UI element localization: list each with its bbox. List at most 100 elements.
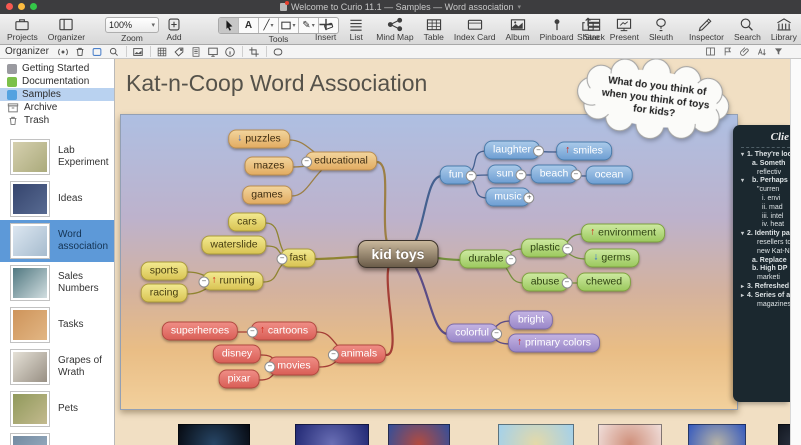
sort-icon[interactable] [753,45,770,58]
mindmap-node-sports[interactable]: sports [140,261,188,281]
crop-icon[interactable] [246,45,263,58]
page-item-word-association[interactable]: Word association [0,220,114,262]
collapse-badge[interactable]: − [490,328,502,340]
mindmap-node-cars[interactable]: cars [228,212,266,232]
grid-icon[interactable] [154,45,171,58]
mindmap-node-movies[interactable]: movies − [264,356,320,376]
columns-icon[interactable] [702,45,719,58]
close-button[interactable] [6,3,13,10]
sidebar-item-getting-started[interactable]: Getting Started [0,62,114,75]
present-button[interactable]: Present [605,16,644,42]
mindmap-node-germs[interactable]: ↓ germs [584,248,640,268]
pink-photo[interactable] [598,424,662,445]
text-tool-icon[interactable]: A [239,18,259,33]
mindmap-node-fun[interactable]: fun − [439,165,477,185]
mindmap-node-laughter[interactable]: laughter − [484,140,544,160]
mindmap-node-bright[interactable]: bright [508,310,554,330]
idea-space-canvas[interactable]: Kat-n-Coop Word Association What do you … [115,59,790,445]
page-item-pets[interactable]: Pets [0,388,114,430]
mindmap-node-cartoons[interactable]: ↑ cartoons − [246,321,318,341]
sidebar-item-samples[interactable]: Samples [0,88,114,101]
collapse-badge[interactable]: − [515,169,527,181]
share-button[interactable]: Share [572,16,605,42]
collapse-badge[interactable]: − [561,243,573,255]
inspector-button[interactable]: Inspector [684,16,729,42]
map-photo[interactable] [295,424,369,445]
mindmap-node-fast[interactable]: fast − [276,248,316,268]
table-button[interactable]: Table [419,16,449,42]
collapse-badge[interactable]: − [301,156,313,168]
zoom-window-button[interactable] [30,3,37,10]
mindmap-node-primary-colors[interactable]: ↑ primary colors [508,333,600,353]
wheel-photo[interactable] [688,424,746,445]
mindmap-node-puzzles[interactable]: ↓ puzzles [228,129,290,149]
page-item[interactable] [0,430,114,445]
line-tool-icon[interactable]: ╱ ▾ [259,18,279,33]
filter-icon[interactable] [770,45,787,58]
mindmap-node-plastic[interactable]: plastic − [521,238,573,258]
index-card-button[interactable]: Index Card [449,16,501,42]
mindmap-node-educational[interactable]: educational − [301,151,377,171]
library-button[interactable]: Library [766,16,801,42]
collapse-badge[interactable]: − [465,170,477,182]
notes-panel[interactable]: Clie ▾ 1. They're loc a. Someth reflectiv ▾ b… [733,125,790,402]
page-item-lab-experiment[interactable]: Lab Experiment [0,136,114,178]
mindmap-node-racing[interactable]: racing [140,283,188,303]
collapse-badge[interactable]: − [570,169,582,181]
trash-icon[interactable] [72,45,89,58]
search-button[interactable]: Search [729,16,766,42]
collapse-badge[interactable]: − [505,254,517,266]
mindmap-node-mazes[interactable]: mazes [244,156,294,176]
title-chevron-icon[interactable]: ▾ [518,3,522,11]
collapse-badge[interactable]: − [264,361,276,373]
paperclip-icon[interactable] [736,45,753,58]
tent-photo[interactable] [388,424,450,445]
mindmap-node-kid-toys[interactable]: kid toys [357,240,439,268]
mindmap-node-beach[interactable]: beach − [530,164,582,184]
page-item-grapes-of-wrath[interactable]: Grapes of Wrath [0,346,114,388]
projects-button[interactable]: Projects [2,16,43,42]
flag-icon[interactable] [719,45,736,58]
mask-icon[interactable] [270,45,287,58]
mindmap-node-waterslide[interactable]: waterslide [201,235,267,255]
collapse-badge[interactable]: − [246,326,258,338]
sidebar-item-archive[interactable]: Archive [0,101,114,114]
zoom-dropdown[interactable]: 100% ▾ [105,17,159,33]
search-small-icon[interactable] [106,45,123,58]
collapse-badge[interactable]: − [276,253,288,265]
mindmap-node-disney[interactable]: disney [212,344,262,364]
organizer-button[interactable]: Organizer [43,16,90,42]
zoom-control[interactable]: 100% ▾ Zoom [100,16,164,43]
beach-photo[interactable] [498,424,574,445]
page-item-sales-numbers[interactable]: Sales Numbers [0,262,114,304]
sidebar-item-trash[interactable]: Trash [0,114,114,127]
select-tool-icon[interactable] [219,18,239,33]
document-icon[interactable] [188,45,205,58]
vertical-scrollbar[interactable] [790,59,801,445]
collapse-badge[interactable]: − [532,145,544,157]
gallery-icon[interactable] [130,45,147,58]
collapse-badge[interactable]: − [561,277,573,289]
mindmap-node-environment[interactable]: ↑ environment [581,223,665,243]
mindmap-node-music[interactable]: music + [485,187,535,207]
mindmap-node-smiles[interactable]: ↑ smiles [556,141,612,161]
presentation-icon[interactable] [205,45,222,58]
mindmap-node-pixar[interactable]: pixar [218,369,260,389]
info-icon[interactable] [222,45,239,58]
mindmap-node-sun[interactable]: sun − [487,164,527,184]
mindmap-node-abuse[interactable]: abuse − [521,272,573,292]
earth-photo[interactable] [178,424,250,445]
broadcast-icon[interactable] [55,45,72,58]
selection-shape-icon[interactable] [89,45,106,58]
minimize-button[interactable] [18,3,25,10]
page-item-ideas[interactable]: Ideas [0,178,114,220]
collapse-badge[interactable]: − [198,276,210,288]
dark-photo[interactable] [778,424,790,445]
insert-button[interactable]: Insert [310,16,341,42]
mind-map[interactable]: kid toys educational − ↓ puzzles mazes games fa… [120,114,738,410]
mind-map-button[interactable]: Mind Map [371,16,418,42]
add-button[interactable]: Add [160,16,188,42]
collapse-badge[interactable]: − [327,349,339,361]
shape-tool-icon[interactable]: ▾ [279,18,299,33]
mindmap-node-colorful[interactable]: colorful − [446,323,502,343]
